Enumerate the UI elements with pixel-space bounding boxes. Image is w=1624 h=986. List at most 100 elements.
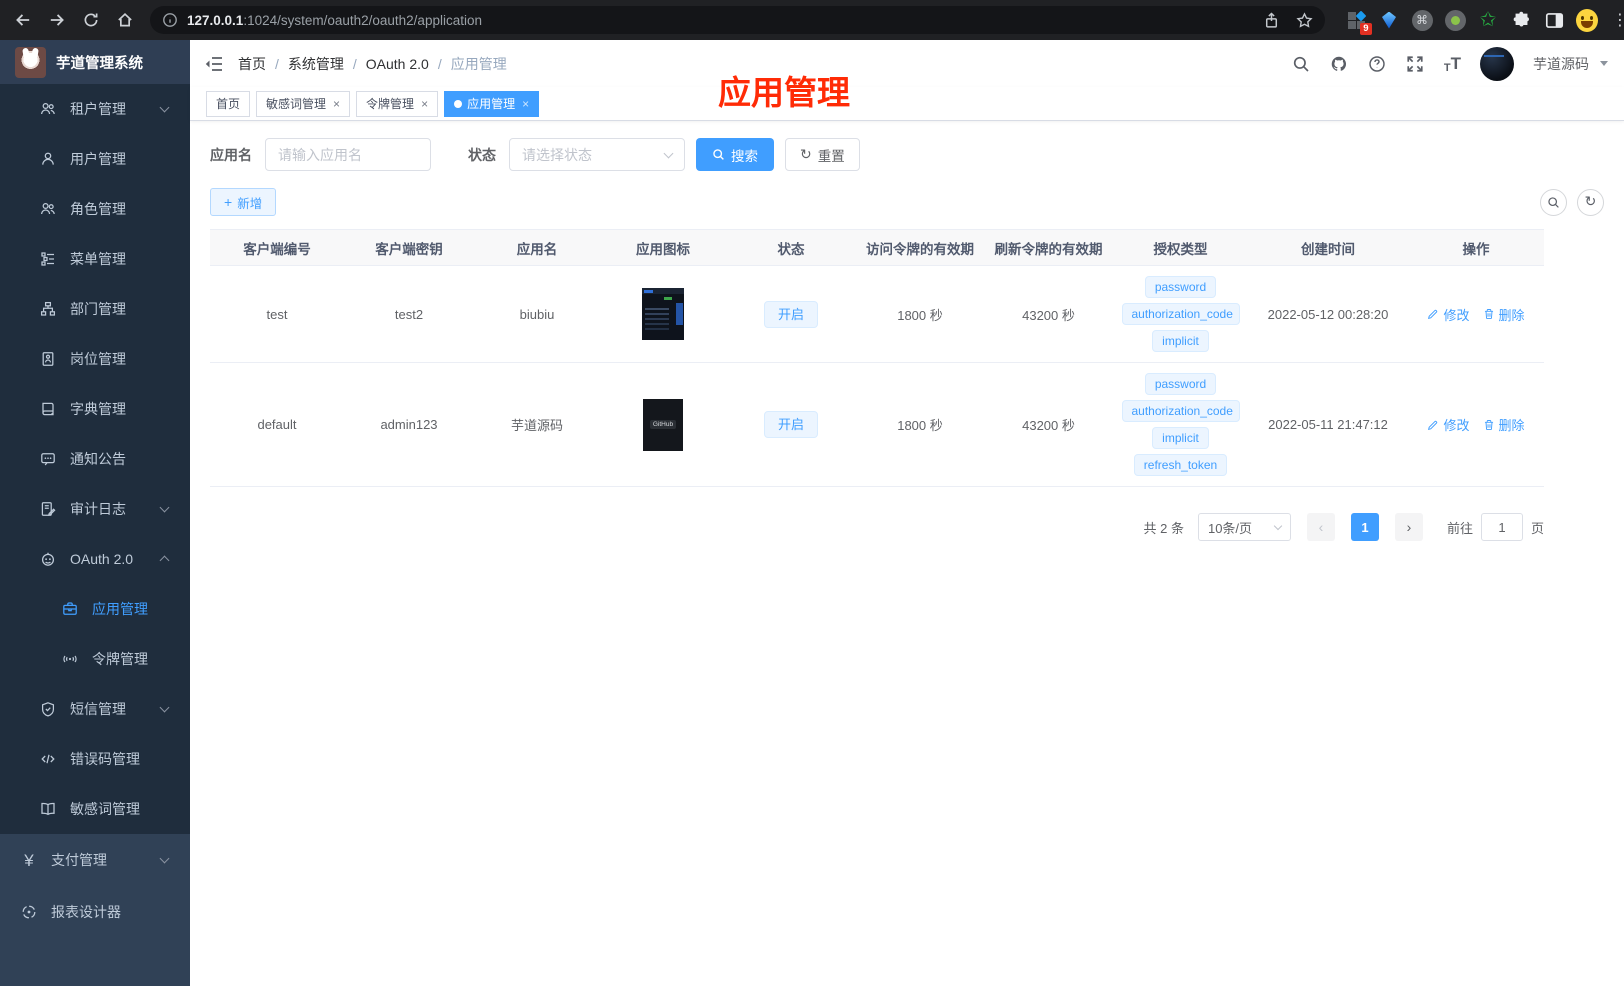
sidebar-item-label: 部门管理 bbox=[70, 301, 126, 317]
add-button[interactable]: + 新增 bbox=[210, 188, 277, 216]
token-icon bbox=[62, 651, 78, 667]
user-avatar[interactable] bbox=[1480, 46, 1514, 81]
github-icon[interactable] bbox=[1330, 54, 1349, 73]
font-size-icon[interactable]: TT bbox=[1444, 54, 1461, 74]
tag-令牌管理[interactable]: 令牌管理 × bbox=[356, 90, 439, 117]
sidebar-item-post-management[interactable]: 岗位管理 bbox=[0, 334, 190, 384]
sidebar-item-role-management[interactable]: 角色管理 bbox=[0, 184, 190, 234]
user-menu-caret-icon[interactable] bbox=[1600, 61, 1608, 66]
tag-close-icon[interactable]: × bbox=[522, 97, 529, 111]
page-number-button[interactable]: 1 bbox=[1350, 513, 1379, 541]
briefcase-icon bbox=[62, 601, 78, 617]
logo-image bbox=[15, 46, 46, 78]
tags-view: 首页 敏感词管理 × 令牌管理 × 应用管理 × bbox=[190, 87, 1624, 121]
users-icon bbox=[40, 201, 56, 217]
badge-icon bbox=[40, 351, 56, 367]
goto-page-input[interactable] bbox=[1480, 513, 1523, 541]
side-panel-icon[interactable] bbox=[1543, 9, 1565, 31]
fullscreen-icon[interactable] bbox=[1406, 54, 1425, 73]
sidebar-item-tenant-management[interactable]: 租户管理 bbox=[0, 84, 190, 134]
sidebar-item-report-designer[interactable]: 报表设计器 bbox=[0, 886, 190, 938]
cell-client-secret: admin123 bbox=[344, 362, 474, 487]
prev-page-button[interactable]: ‹ bbox=[1306, 513, 1335, 541]
browser-reload-icon[interactable] bbox=[76, 5, 106, 35]
delete-button[interactable]: 删除 bbox=[1483, 305, 1525, 324]
tag-close-icon[interactable]: × bbox=[333, 97, 340, 111]
sidebar-item-label: 用户管理 bbox=[70, 151, 126, 167]
app-name-input[interactable] bbox=[265, 138, 431, 171]
sidebar-item-oauth2-token[interactable]: 令牌管理 bbox=[0, 634, 190, 684]
plus-icon: + bbox=[224, 194, 233, 210]
breadcrumb-item[interactable]: OAuth 2.0 bbox=[366, 56, 429, 72]
breadcrumb-item[interactable]: 首页 bbox=[238, 54, 266, 74]
extensions-puzzle-icon[interactable] bbox=[1510, 9, 1532, 31]
tag-close-icon[interactable]: × bbox=[421, 97, 428, 111]
sidebar-item-audit-log[interactable]: 审计日志 bbox=[0, 484, 190, 534]
cell-grant-types: password authorization_code implicit refres… bbox=[1113, 362, 1248, 487]
delete-button[interactable]: 删除 bbox=[1483, 415, 1525, 434]
column-header: 刷新令牌的有效期 bbox=[984, 229, 1113, 266]
tag-首页[interactable]: 首页 bbox=[206, 90, 251, 117]
next-page-button[interactable]: › bbox=[1394, 513, 1423, 541]
edit-button[interactable]: 修改 bbox=[1427, 415, 1470, 434]
sidebar-item-sms-management[interactable]: 短信管理 bbox=[0, 684, 190, 734]
extension-star-icon[interactable]: ✩ bbox=[1477, 9, 1499, 31]
reset-button[interactable]: ↻ 重置 bbox=[785, 138, 860, 171]
sidebar-fold-icon[interactable] bbox=[204, 54, 224, 74]
app-logo[interactable]: 芋道管理系统 bbox=[0, 40, 190, 84]
sidebar-item-sensitive-word-management[interactable]: 敏感词管理 bbox=[0, 784, 190, 834]
shield-icon bbox=[40, 701, 56, 717]
tag-应用管理[interactable]: 应用管理 × bbox=[444, 90, 540, 117]
extension-gem-icon[interactable] bbox=[1378, 9, 1400, 31]
sidebar-item-oauth2-application[interactable]: 应用管理 bbox=[0, 584, 190, 634]
refresh-table-button[interactable]: ↻ bbox=[1577, 188, 1604, 216]
extension-record-icon[interactable] bbox=[1444, 9, 1466, 31]
browser-forward-icon[interactable] bbox=[42, 5, 72, 35]
sidebar-item-label: 应用管理 bbox=[92, 601, 148, 617]
profile-avatar-icon[interactable] bbox=[1576, 8, 1598, 32]
search-icon[interactable] bbox=[1292, 54, 1311, 73]
grant-type-tag: authorization_code bbox=[1121, 303, 1240, 325]
sidebar-item-pay-management[interactable]: ¥ 支付管理 bbox=[0, 834, 190, 886]
sidebar-item-user-management[interactable]: 用户管理 bbox=[0, 134, 190, 184]
cell-app-icon bbox=[600, 265, 726, 363]
edit-button[interactable]: 修改 bbox=[1427, 305, 1470, 324]
tree-icon bbox=[40, 301, 56, 317]
site-info-icon[interactable] bbox=[162, 12, 178, 28]
sidebar-item-oauth2[interactable]: OAuth 2.0 bbox=[0, 534, 190, 584]
app-name-label: 应用名 bbox=[210, 146, 252, 163]
extension-command-icon[interactable]: ⌘ bbox=[1411, 9, 1433, 31]
column-header: 操作 bbox=[1408, 229, 1544, 266]
bookmark-star-icon[interactable] bbox=[1296, 11, 1313, 29]
openbook-icon bbox=[40, 801, 56, 817]
browser-back-icon[interactable] bbox=[8, 5, 38, 35]
chevron-down-icon bbox=[159, 853, 170, 864]
sidebar-item-dict-management[interactable]: 字典管理 bbox=[0, 384, 190, 434]
username[interactable]: 芋道源码 bbox=[1533, 54, 1589, 74]
extension-badge: 9 bbox=[1359, 22, 1372, 35]
sidebar-item-label: 报表设计器 bbox=[51, 904, 121, 920]
sidebar-item-error-code-management[interactable]: 错误码管理 bbox=[0, 734, 190, 784]
breadcrumb-separator: / bbox=[352, 55, 357, 72]
help-icon[interactable] bbox=[1368, 54, 1387, 73]
browser-home-icon[interactable] bbox=[110, 5, 140, 35]
tag-敏感词管理[interactable]: 敏感词管理 × bbox=[256, 90, 351, 117]
chevron-down-icon bbox=[1273, 521, 1283, 530]
sidebar-item-label: 通知公告 bbox=[70, 451, 126, 467]
status-select[interactable]: 请选择状态 bbox=[509, 138, 685, 171]
sidebar-item-notice[interactable]: 通知公告 bbox=[0, 434, 190, 484]
sidebar-item-menu-management[interactable]: 菜单管理 bbox=[0, 234, 190, 284]
search-button[interactable]: 搜索 bbox=[696, 138, 774, 171]
page-size-select[interactable]: 10条/页 bbox=[1197, 513, 1291, 541]
toggle-search-button[interactable] bbox=[1540, 188, 1567, 216]
address-bar[interactable]: 127.0.0.1:1024/system/oauth2/oauth2/appl… bbox=[150, 6, 1325, 34]
tag-label: 首页 bbox=[216, 97, 241, 111]
url-text: 127.0.0.1:1024/system/oauth2/oauth2/appl… bbox=[187, 12, 482, 28]
sidebar-submenu-group: 租户管理用户管理角色管理 菜单管理部门管理岗位管理 字典管理通知公告审计日志 OAut… bbox=[0, 84, 190, 834]
share-icon[interactable] bbox=[1263, 11, 1280, 29]
extension-tabs-icon[interactable]: 9 bbox=[1345, 9, 1372, 35]
breadcrumb-item[interactable]: 系统管理 bbox=[288, 54, 344, 74]
chevron-down-icon bbox=[159, 502, 170, 513]
browser-menu-icon[interactable]: ⋮ bbox=[1609, 9, 1624, 31]
sidebar-item-dept-management[interactable]: 部门管理 bbox=[0, 284, 190, 334]
